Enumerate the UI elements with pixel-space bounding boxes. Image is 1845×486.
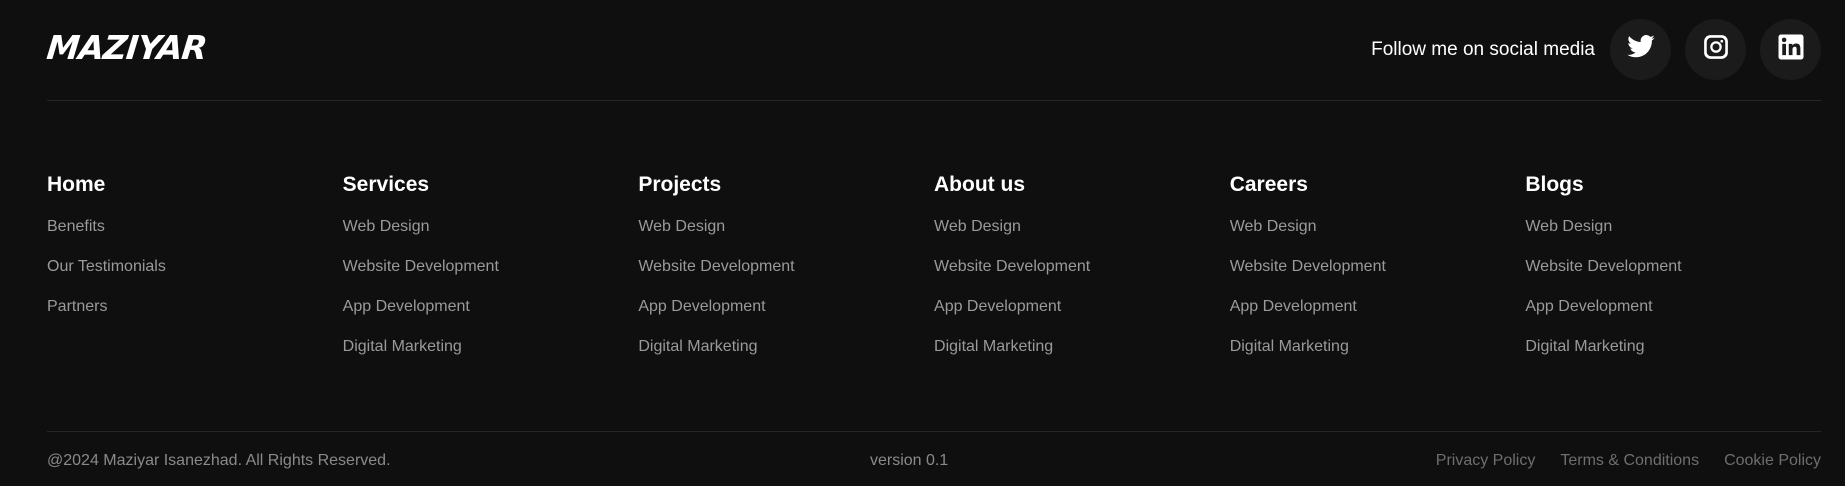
footer-link[interactable]: App Development (934, 297, 1230, 337)
footer-link[interactable]: Digital Marketing (1525, 337, 1821, 377)
linkedin-button[interactable] (1760, 19, 1821, 80)
footer-link[interactable]: Digital Marketing (1230, 337, 1526, 377)
social-label: Follow me on social media (1371, 38, 1595, 60)
footer-column-about-us: About us Web Design Website Development … (934, 172, 1230, 377)
footer-link[interactable]: Digital Marketing (638, 337, 934, 377)
terms-conditions-link[interactable]: Terms & Conditions (1560, 452, 1699, 470)
cookie-policy-link[interactable]: Cookie Policy (1724, 452, 1821, 470)
footer-link[interactable]: Web Design (1230, 217, 1526, 257)
footer-link[interactable]: Benefits (47, 217, 343, 257)
footer-link[interactable]: Digital Marketing (934, 337, 1230, 377)
footer-link[interactable]: Website Development (1525, 257, 1821, 297)
footer-column-careers: Careers Web Design Website Development A… (1230, 172, 1526, 377)
instagram-icon (1701, 32, 1731, 67)
footer-link[interactable]: App Development (343, 297, 639, 337)
legal-links: Privacy Policy Terms & Conditions Cookie… (1411, 452, 1821, 470)
twitter-icon (1626, 32, 1656, 67)
footer-column-projects: Projects Web Design Website Development … (638, 172, 934, 377)
column-title[interactable]: Home (47, 172, 343, 198)
footer-link[interactable]: Website Development (1230, 257, 1526, 297)
column-title[interactable]: Services (343, 172, 639, 198)
footer-link[interactable]: Our Testimonials (47, 257, 343, 297)
footer-link[interactable]: Website Development (638, 257, 934, 297)
footer-link[interactable]: App Development (638, 297, 934, 337)
footer-column-home: Home Benefits Our Testimonials Partners (47, 172, 343, 377)
column-title[interactable]: About us (934, 172, 1230, 198)
footer-link[interactable]: Website Development (343, 257, 639, 297)
twitter-button[interactable] (1610, 19, 1671, 80)
copyright-text: @2024 Maziyar Isanezhad. All Rights Rese… (47, 452, 391, 469)
footer-link[interactable]: Web Design (1525, 217, 1821, 257)
footer-link[interactable]: App Development (1525, 297, 1821, 337)
footer-link-columns: Home Benefits Our Testimonials Partners … (47, 172, 1821, 377)
footer-link[interactable]: Web Design (934, 217, 1230, 257)
site-footer: MAZIYAR Follow me on social media Home B… (0, 0, 1845, 485)
version-label: version 0.1 (870, 452, 949, 469)
column-title[interactable]: Careers (1230, 172, 1526, 198)
footer-link[interactable]: Website Development (934, 257, 1230, 297)
column-title[interactable]: Blogs (1525, 172, 1821, 198)
linkedin-icon (1776, 32, 1806, 67)
footer-bottom-bar: @2024 Maziyar Isanezhad. All Rights Rese… (47, 431, 1821, 486)
footer-link[interactable]: Web Design (638, 217, 934, 257)
privacy-policy-link[interactable]: Privacy Policy (1436, 452, 1536, 470)
footer-link[interactable]: Partners (47, 297, 343, 337)
footer-link[interactable]: App Development (1230, 297, 1526, 337)
brand-logo[interactable]: MAZIYAR (45, 28, 208, 67)
footer-link[interactable]: Digital Marketing (343, 337, 639, 377)
footer-top-bar: MAZIYAR Follow me on social media (45, 0, 1821, 101)
footer-link[interactable]: Web Design (343, 217, 639, 257)
footer-column-blogs: Blogs Web Design Website Development App… (1525, 172, 1821, 377)
instagram-button[interactable] (1685, 19, 1746, 80)
column-title[interactable]: Projects (638, 172, 934, 198)
footer-column-services: Services Web Design Website Development … (343, 172, 639, 377)
social-links: Follow me on social media (1371, 19, 1821, 80)
